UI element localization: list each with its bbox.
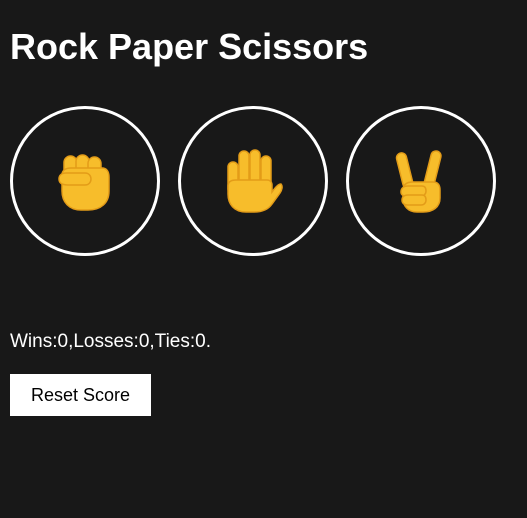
score-text: Wins:0,Losses:0,Ties:0. [10, 331, 211, 352]
move-buttons [10, 106, 496, 256]
paper-button[interactable] [178, 106, 328, 256]
raised-fist-icon [58, 154, 110, 211]
raised-hand-icon [227, 149, 283, 213]
scissors-button[interactable] [346, 106, 496, 256]
rock-button[interactable] [10, 106, 160, 256]
victory-hand-icon [395, 150, 442, 213]
page-title: Rock Paper Scissors [10, 26, 369, 67]
game-page: Rock Paper Scissors Wins:0,Losses:0,Ties… [0, 0, 527, 518]
reset-score-button[interactable]: Reset Score [10, 374, 151, 416]
